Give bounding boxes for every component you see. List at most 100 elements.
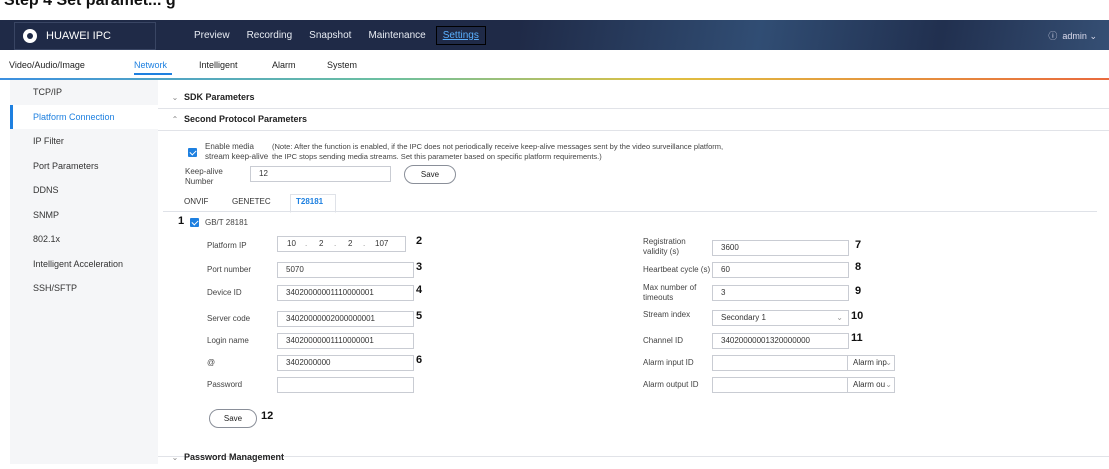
- server-code-label: Server code: [207, 314, 251, 323]
- keepalive-note-line2: the IPC stops sending media streams. Set…: [272, 152, 602, 161]
- sidebar-item-ssh-sftp[interactable]: SSH/SFTP: [10, 276, 158, 301]
- callout-7: 7: [855, 239, 862, 251]
- domain-input[interactable]: 3402000000: [277, 355, 414, 371]
- password-label: Password: [207, 380, 243, 389]
- user-menu[interactable]: ⓘ admin ⌄: [1048, 29, 1097, 42]
- nav-preview[interactable]: Preview: [194, 30, 230, 41]
- subnav-alarm[interactable]: Alarm: [272, 60, 296, 70]
- sidebar-item-ip-filter[interactable]: IP Filter: [10, 129, 158, 154]
- user-name: admin: [1062, 31, 1087, 41]
- alarm-input-id-input[interactable]: [712, 355, 849, 371]
- top-bar: HUAWEI IPC Preview Recording Snapshot Ma…: [0, 20, 1109, 50]
- callout-5: 5: [416, 310, 423, 322]
- sidebar-item-intelligent-acceleration[interactable]: Intelligent Acceleration: [10, 252, 158, 277]
- section-second-protocol[interactable]: ⌃ Second Protocol Parameters: [158, 108, 1109, 131]
- keepalive-label: Enable media stream keep-alive: [205, 142, 268, 162]
- chevron-up-icon: ⌃: [171, 115, 179, 124]
- sidebar-item-snmp[interactable]: SNMP: [10, 203, 158, 228]
- ip-octet-1[interactable]: 10: [287, 237, 296, 251]
- huawei-logo-icon: [23, 29, 37, 43]
- subnav-system[interactable]: System: [327, 60, 357, 70]
- password-input[interactable]: [277, 377, 414, 393]
- stream-index-label: Stream index: [643, 310, 691, 319]
- login-name-label: Login name: [207, 336, 249, 345]
- channel-id-label: Channel ID: [643, 336, 684, 345]
- brand-name: HUAWEI IPC: [46, 30, 111, 42]
- caption-text: Step 4 Set paramet... g: [4, 0, 176, 9]
- nav-maintenance[interactable]: Maintenance: [368, 30, 425, 41]
- at-label: @: [207, 358, 216, 367]
- gbt28181-label: GB/T 28181: [205, 218, 248, 227]
- ip-octet-2[interactable]: 2: [319, 237, 323, 251]
- section-title: Password Management: [184, 452, 285, 462]
- sidebar-item-port-parameters[interactable]: Port Parameters: [10, 154, 158, 179]
- sidebar-item-8021x[interactable]: 802.1x: [10, 227, 158, 252]
- nav-recording[interactable]: Recording: [247, 30, 293, 41]
- subnav-video-audio-image[interactable]: Video/Audio/Image: [9, 60, 85, 70]
- keepalive-label-line1: Enable media: [205, 142, 254, 151]
- alarm-output-select[interactable]: Alarm ou ⌄: [847, 377, 895, 393]
- tab-genetec[interactable]: GENETEC: [232, 197, 271, 206]
- sidebar: TCP/IP Platform Connection IP Filter Por…: [10, 80, 158, 464]
- alarm-output-id-input[interactable]: [712, 377, 849, 393]
- keepalive-number-input[interactable]: 12: [250, 166, 391, 182]
- device-id-label: Device ID: [207, 288, 242, 297]
- sidebar-item-tcpip[interactable]: TCP/IP: [10, 80, 158, 105]
- gbt28181-save-button[interactable]: Save: [209, 409, 257, 428]
- server-code-input[interactable]: 34020000002000000001: [277, 311, 414, 327]
- active-tab-underline: [134, 73, 172, 75]
- section-sdk-parameters[interactable]: ⌄ SDK Parameters: [158, 86, 1109, 109]
- nav-snapshot[interactable]: Snapshot: [309, 30, 351, 41]
- platform-ip-input[interactable]: 10 . 2 . 2 . 107: [277, 236, 406, 252]
- tab-t28181[interactable]: T28181: [296, 197, 323, 206]
- channel-id-input[interactable]: 34020000001320000000: [712, 333, 849, 349]
- keepalive-note-line1: (Note: After the function is enabled, if…: [272, 142, 724, 151]
- keepalive-save-button[interactable]: Save: [404, 165, 456, 184]
- help-icon[interactable]: ⓘ: [1048, 31, 1057, 41]
- chevron-down-icon: ⌄: [171, 93, 179, 102]
- platform-ip-label: Platform IP: [207, 241, 247, 250]
- login-name-input[interactable]: 34020000001110000001: [277, 333, 414, 349]
- port-number-input[interactable]: 5070: [277, 262, 414, 278]
- ip-octet-3[interactable]: 2: [348, 237, 352, 251]
- main-content: ⌄ SDK Parameters ⌃ Second Protocol Paramet…: [158, 80, 1109, 464]
- alarm-input-label: Alarm input ID: [643, 358, 694, 367]
- registration-label-line2: validity (s): [643, 247, 680, 256]
- chevron-down-icon: ⌄: [885, 380, 892, 389]
- keepalive-number-label-line2: Number: [185, 177, 214, 186]
- callout-10: 10: [851, 310, 864, 322]
- keepalive-number-label-line1: Keep-alive: [185, 167, 223, 176]
- stream-index-select[interactable]: Secondary 1 ⌄: [712, 310, 849, 326]
- heartbeat-cycle-input[interactable]: 60: [712, 262, 849, 278]
- subnav-intelligent[interactable]: Intelligent: [199, 60, 238, 70]
- tab-onvif[interactable]: ONVIF: [184, 197, 208, 206]
- callout-9: 9: [855, 285, 862, 297]
- max-timeouts-input[interactable]: 3: [712, 285, 849, 301]
- ip-dot: .: [305, 239, 308, 248]
- tab-divider: [163, 211, 1097, 212]
- alarm-input-select[interactable]: Alarm inp ⌄: [847, 355, 895, 371]
- sidebar-item-platform-connection[interactable]: Platform Connection: [10, 104, 158, 129]
- ip-octet-4[interactable]: 107: [375, 237, 388, 251]
- callout-1: 1: [178, 215, 185, 227]
- chevron-down-icon: ⌄: [171, 453, 179, 462]
- alarm-output-select-value: Alarm ou: [853, 380, 886, 389]
- gbt28181-checkbox[interactable]: [190, 218, 199, 227]
- callout-11: 11: [851, 332, 863, 344]
- sidebar-item-ddns[interactable]: DDNS: [10, 178, 158, 203]
- instruction-caption: Step 4 Set paramet... g: [0, 0, 1109, 20]
- callout-4: 4: [416, 284, 423, 296]
- keepalive-checkbox[interactable]: [188, 148, 197, 157]
- device-id-input[interactable]: 34020000001110000001: [277, 285, 414, 301]
- port-number-label: Port number: [207, 265, 252, 274]
- chevron-down-icon: ⌄: [836, 313, 843, 322]
- section-password-management[interactable]: ⌄ Password Management: [158, 446, 1109, 468]
- registration-validity-input[interactable]: 3600: [712, 240, 849, 256]
- keepalive-note: (Note: After the function is enabled, if…: [272, 142, 723, 162]
- chevron-down-icon: ⌄: [885, 358, 892, 367]
- section-title: SDK Parameters: [184, 92, 255, 102]
- nav-settings[interactable]: Settings: [435, 25, 486, 45]
- alarm-input-select-value: Alarm inp: [853, 358, 887, 367]
- callout-8: 8: [855, 261, 862, 273]
- subnav-network[interactable]: Network: [134, 60, 167, 70]
